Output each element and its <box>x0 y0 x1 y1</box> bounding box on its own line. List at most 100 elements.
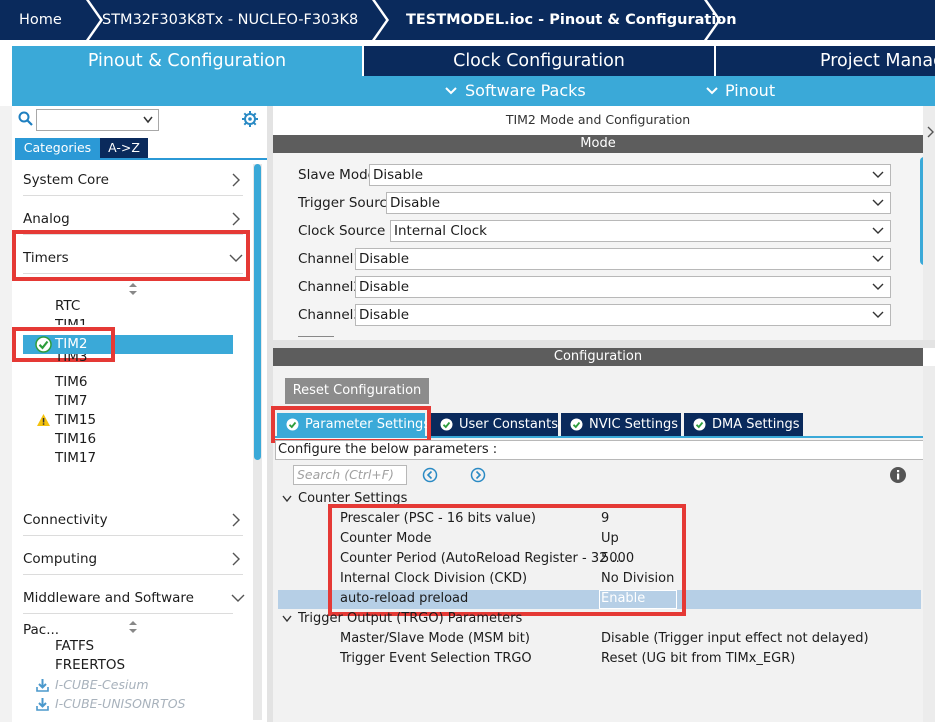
category-timers[interactable]: Timers <box>23 242 243 274</box>
reset-configuration-button[interactable]: Reset Configuration <box>285 378 429 404</box>
tab-pinout-configuration[interactable]: Pinout & Configuration <box>12 46 362 76</box>
check-circle-icon <box>286 418 299 431</box>
pinout-menu[interactable]: Pinout <box>725 76 775 106</box>
timer-tim1[interactable]: TIM1 <box>55 316 87 325</box>
counter-period-value[interactable]: 5000 <box>601 549 634 569</box>
tab-nvic-settings[interactable]: NVIC Settings <box>561 413 681 436</box>
category-middleware[interactable]: Middleware and Software Pac... <box>23 582 245 638</box>
info-icon[interactable] <box>889 466 907 484</box>
timer-tim16[interactable]: TIM16 <box>55 430 96 449</box>
breadcrumb-current[interactable]: TESTMODEL.ioc - Pinout & Configuration <box>406 0 737 40</box>
chevron-right-icon[interactable] <box>926 126 934 138</box>
category-system-core[interactable]: System Core <box>23 164 243 196</box>
category-connectivity[interactable]: Connectivity <box>23 504 243 536</box>
chevron-down-icon[interactable] <box>282 614 292 624</box>
tab-a-to-z[interactable]: A->Z <box>100 138 148 158</box>
category-label: Timers <box>23 250 69 266</box>
channel2-select[interactable]: Disable <box>355 276 891 298</box>
timer-tim7[interactable]: TIM7 <box>55 392 87 411</box>
channel2-label: Channel2 <box>298 279 363 295</box>
chevron-right-icon <box>232 513 240 527</box>
scroll-arrows-icon[interactable] <box>128 620 138 634</box>
search-icon <box>18 111 33 126</box>
chevron-down-icon[interactable] <box>282 494 292 504</box>
left-scrollbar-thumb[interactable] <box>254 164 261 460</box>
tab-project-manager[interactable]: Project Manag <box>716 46 935 76</box>
select-value: Internal Clock <box>394 223 487 239</box>
mode-title: Mode <box>273 135 923 153</box>
timer-tim3[interactable]: TIM3 <box>55 354 87 373</box>
slave-mode-select[interactable]: Disable <box>369 164 891 186</box>
msm-value[interactable]: Disable (Trigger input effect not delaye… <box>601 629 869 649</box>
select-value: Disable <box>373 167 424 183</box>
chevron-down-icon <box>872 255 884 262</box>
category-computing[interactable]: Computing <box>23 543 243 575</box>
left-gutter <box>0 106 12 722</box>
previous-result-icon[interactable] <box>422 467 438 483</box>
breadcrumb-home[interactable]: Home <box>19 0 62 40</box>
tab-label: Parameter Settings <box>305 417 431 432</box>
timer-tim6[interactable]: TIM6 <box>55 373 87 392</box>
tab-clock-configuration[interactable]: Clock Configuration <box>364 46 714 76</box>
clock-source-label: Clock Source <box>298 223 386 239</box>
middleware-fatfs[interactable]: FATFS <box>55 637 94 656</box>
sub-menu-bar: Software Packs Pinout <box>12 76 935 106</box>
select-value: Disable <box>359 307 410 323</box>
middleware-freertos[interactable]: FREERTOS <box>55 656 125 675</box>
tab-parameter-settings[interactable]: Parameter Settings <box>277 413 430 436</box>
download-icon <box>36 698 49 711</box>
software-packs-menu[interactable]: Software Packs <box>465 76 586 106</box>
scroll-arrows-icon[interactable] <box>128 282 138 296</box>
check-circle-icon <box>570 418 583 431</box>
parameter-search-input[interactable]: Search (Ctrl+F) <box>293 465 407 485</box>
timer-tim17[interactable]: TIM17 <box>55 449 96 468</box>
timer-rtc[interactable]: RTC <box>55 297 80 316</box>
select-value: Disable <box>359 279 410 295</box>
prescaler-value[interactable]: 9 <box>601 509 609 529</box>
category-analog[interactable]: Analog <box>23 203 243 235</box>
clock-source-select[interactable]: Internal Clock <box>390 220 891 242</box>
select-value: Disable <box>390 195 441 211</box>
middleware-cesium[interactable]: I-CUBE-Cesium <box>55 675 149 694</box>
timer-tim2[interactable]: TIM2 <box>55 335 87 354</box>
channel1-select[interactable]: Disable <box>355 248 891 270</box>
right-edge-gutter <box>923 366 935 722</box>
check-circle-icon <box>35 336 52 353</box>
category-label: Connectivity <box>23 512 108 528</box>
clock-division-value[interactable]: No Division <box>601 569 674 589</box>
breadcrumb-board[interactable]: STM32F303K8Tx - NUCLEO-F303K8 <box>102 0 358 40</box>
chevron-right-icon <box>232 173 240 187</box>
mode-panel-header: TIM2 Mode and Configuration <box>505 112 691 127</box>
tab-dma-settings[interactable]: DMA Settings <box>684 413 803 436</box>
counter-mode-value[interactable]: Up <box>601 529 619 549</box>
counter-settings-group[interactable]: Counter Settings <box>298 489 407 509</box>
tab-categories[interactable]: Categories <box>15 138 100 158</box>
warning-icon <box>37 414 50 426</box>
trigger-source-label: Trigger Source <box>298 195 396 211</box>
chevron-down-icon <box>706 87 718 95</box>
category-search-input[interactable] <box>36 109 159 131</box>
tab-underline <box>15 158 267 160</box>
tab-label: DMA Settings <box>712 417 800 432</box>
trgo-parameters-group[interactable]: Trigger Output (TRGO) Parameters <box>298 609 522 629</box>
middleware-unisonrtos[interactable]: I-CUBE-UNISONRTOS <box>55 694 185 713</box>
slave-mode-label: Slave Mode <box>298 167 376 183</box>
gear-icon[interactable] <box>241 110 259 128</box>
configuration-title: Configuration <box>273 348 923 366</box>
check-circle-icon <box>693 418 706 431</box>
channel4-row-clipped <box>298 333 388 340</box>
tab-user-constants[interactable]: User Constants <box>431 413 558 436</box>
trgo-selection-value[interactable]: Reset (UG bit from TIMx_EGR) <box>601 649 795 669</box>
timer-tim15[interactable]: TIM15 <box>55 411 96 430</box>
channel3-select[interactable]: Disable <box>355 304 891 326</box>
download-icon <box>36 679 49 692</box>
prescaler-label: Prescaler (PSC - 16 bits value) <box>340 511 536 526</box>
auto-reload-preload-value[interactable]: Enable <box>601 589 645 609</box>
category-label: Middleware and Software Pac... <box>23 590 194 638</box>
horizontal-splitter[interactable] <box>273 340 935 348</box>
channel3-label: Channel3 <box>298 307 363 323</box>
trigger-source-select[interactable]: Disable <box>386 192 891 214</box>
category-label: Analog <box>23 211 70 227</box>
chevron-down-icon <box>872 283 884 290</box>
next-result-icon[interactable] <box>470 467 486 483</box>
